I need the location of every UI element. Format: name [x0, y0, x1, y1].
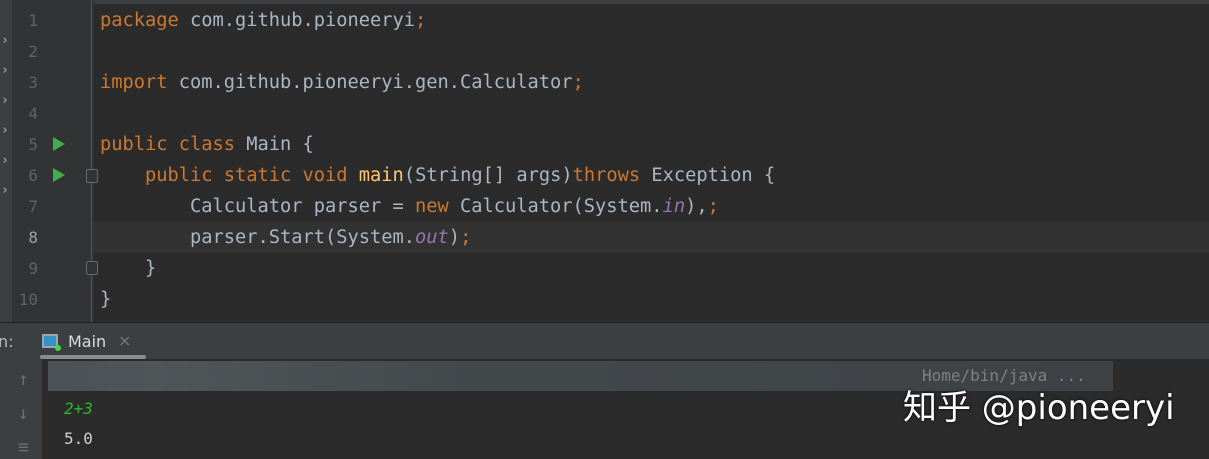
tab-label: Main — [68, 332, 107, 351]
line-number: 4 — [28, 104, 38, 123]
code-token: new — [415, 196, 461, 217]
fold-icon[interactable] — [86, 169, 98, 183]
code-token: main — [358, 165, 404, 186]
tab-main[interactable]: Main × — [38, 323, 146, 359]
watermark: 知乎 @pioneeryi — [903, 388, 1175, 428]
code-token: parser.Start(System. — [100, 227, 416, 248]
chevron-right-icon[interactable]: › — [1, 123, 9, 138]
code-token: out — [415, 227, 449, 248]
line-number: 5 — [28, 135, 38, 154]
code-token: ; — [707, 196, 719, 217]
code-line[interactable]: public static void main(String[] args)th… — [100, 160, 775, 191]
line-number: 2 — [28, 42, 38, 61]
chevron-right-icon[interactable]: › — [1, 183, 9, 198]
chevron-right-icon[interactable]: › — [1, 63, 9, 78]
run-label: n: — [0, 332, 14, 351]
code-token: com.github.pioneeryi — [190, 10, 416, 31]
console-toolbar: ↑ ↓ ≡ — [0, 359, 42, 459]
arrow-up-icon[interactable]: ↑ — [18, 369, 29, 390]
line-number: 6 — [28, 166, 38, 185]
code-line[interactable]: public class Main { — [100, 129, 314, 160]
run-tab-bar: n: Main × — [0, 323, 1209, 359]
code-token: Calculator(System. — [460, 196, 663, 217]
code-token: ) — [448, 227, 461, 248]
chevron-right-icon[interactable]: › — [1, 33, 9, 48]
structure-strip[interactable]: › › › › › › — [0, 0, 12, 322]
code-token: public class — [100, 134, 247, 155]
code-token: import — [100, 72, 179, 93]
console-input: 2+3 — [64, 399, 93, 418]
chevron-right-icon[interactable]: › — [1, 153, 9, 168]
code-line[interactable]: Calculator parser = new Calculator(Syste… — [100, 191, 719, 222]
code-token: Exception { — [651, 165, 776, 186]
tab-underline — [40, 355, 146, 359]
line-number: 8 — [28, 228, 38, 247]
code-line[interactable]: } — [100, 253, 156, 284]
chevron-right-icon[interactable]: › — [1, 93, 9, 108]
code-line[interactable]: } — [100, 284, 111, 315]
code-token: ), — [685, 196, 708, 217]
line-number: 10 — [18, 290, 38, 309]
code-token: ; — [460, 227, 472, 248]
line-number: 3 — [28, 73, 38, 92]
code-token: Calculator parser = — [100, 196, 416, 217]
running-indicator-icon — [55, 345, 61, 351]
code-token: in — [662, 196, 686, 217]
line-number: 9 — [28, 259, 38, 278]
code-token: com.github.pioneeryi.gen.Calculator — [178, 72, 573, 93]
run-class-icon[interactable] — [53, 137, 65, 151]
code-token: package — [100, 10, 191, 31]
code-line[interactable]: import com.github.pioneeryi.gen.Calculat… — [100, 67, 584, 98]
line-number: 7 — [28, 197, 38, 216]
arrow-down-icon[interactable]: ↓ — [18, 403, 29, 424]
run-main-icon[interactable] — [53, 168, 65, 182]
line-number: 1 — [28, 11, 38, 30]
code-token: (String[] args) — [403, 165, 573, 186]
code-token: ; — [572, 72, 584, 93]
code-line[interactable]: package com.github.pioneeryi; — [100, 5, 426, 36]
code-token: ; — [415, 10, 427, 31]
code-token: public static void — [145, 165, 359, 186]
top-border — [0, 0, 1209, 4]
close-icon[interactable]: × — [118, 331, 131, 350]
code-token: } — [100, 289, 112, 310]
wrap-icon[interactable]: ≡ — [18, 437, 29, 458]
console-output: 5.0 — [64, 429, 93, 448]
fold-icon[interactable] — [86, 261, 98, 275]
code-token: Main { — [246, 134, 314, 155]
code-line[interactable]: parser.Start(System.out); — [100, 222, 471, 253]
code-token: throws — [572, 165, 652, 186]
code-token: } — [100, 258, 157, 279]
